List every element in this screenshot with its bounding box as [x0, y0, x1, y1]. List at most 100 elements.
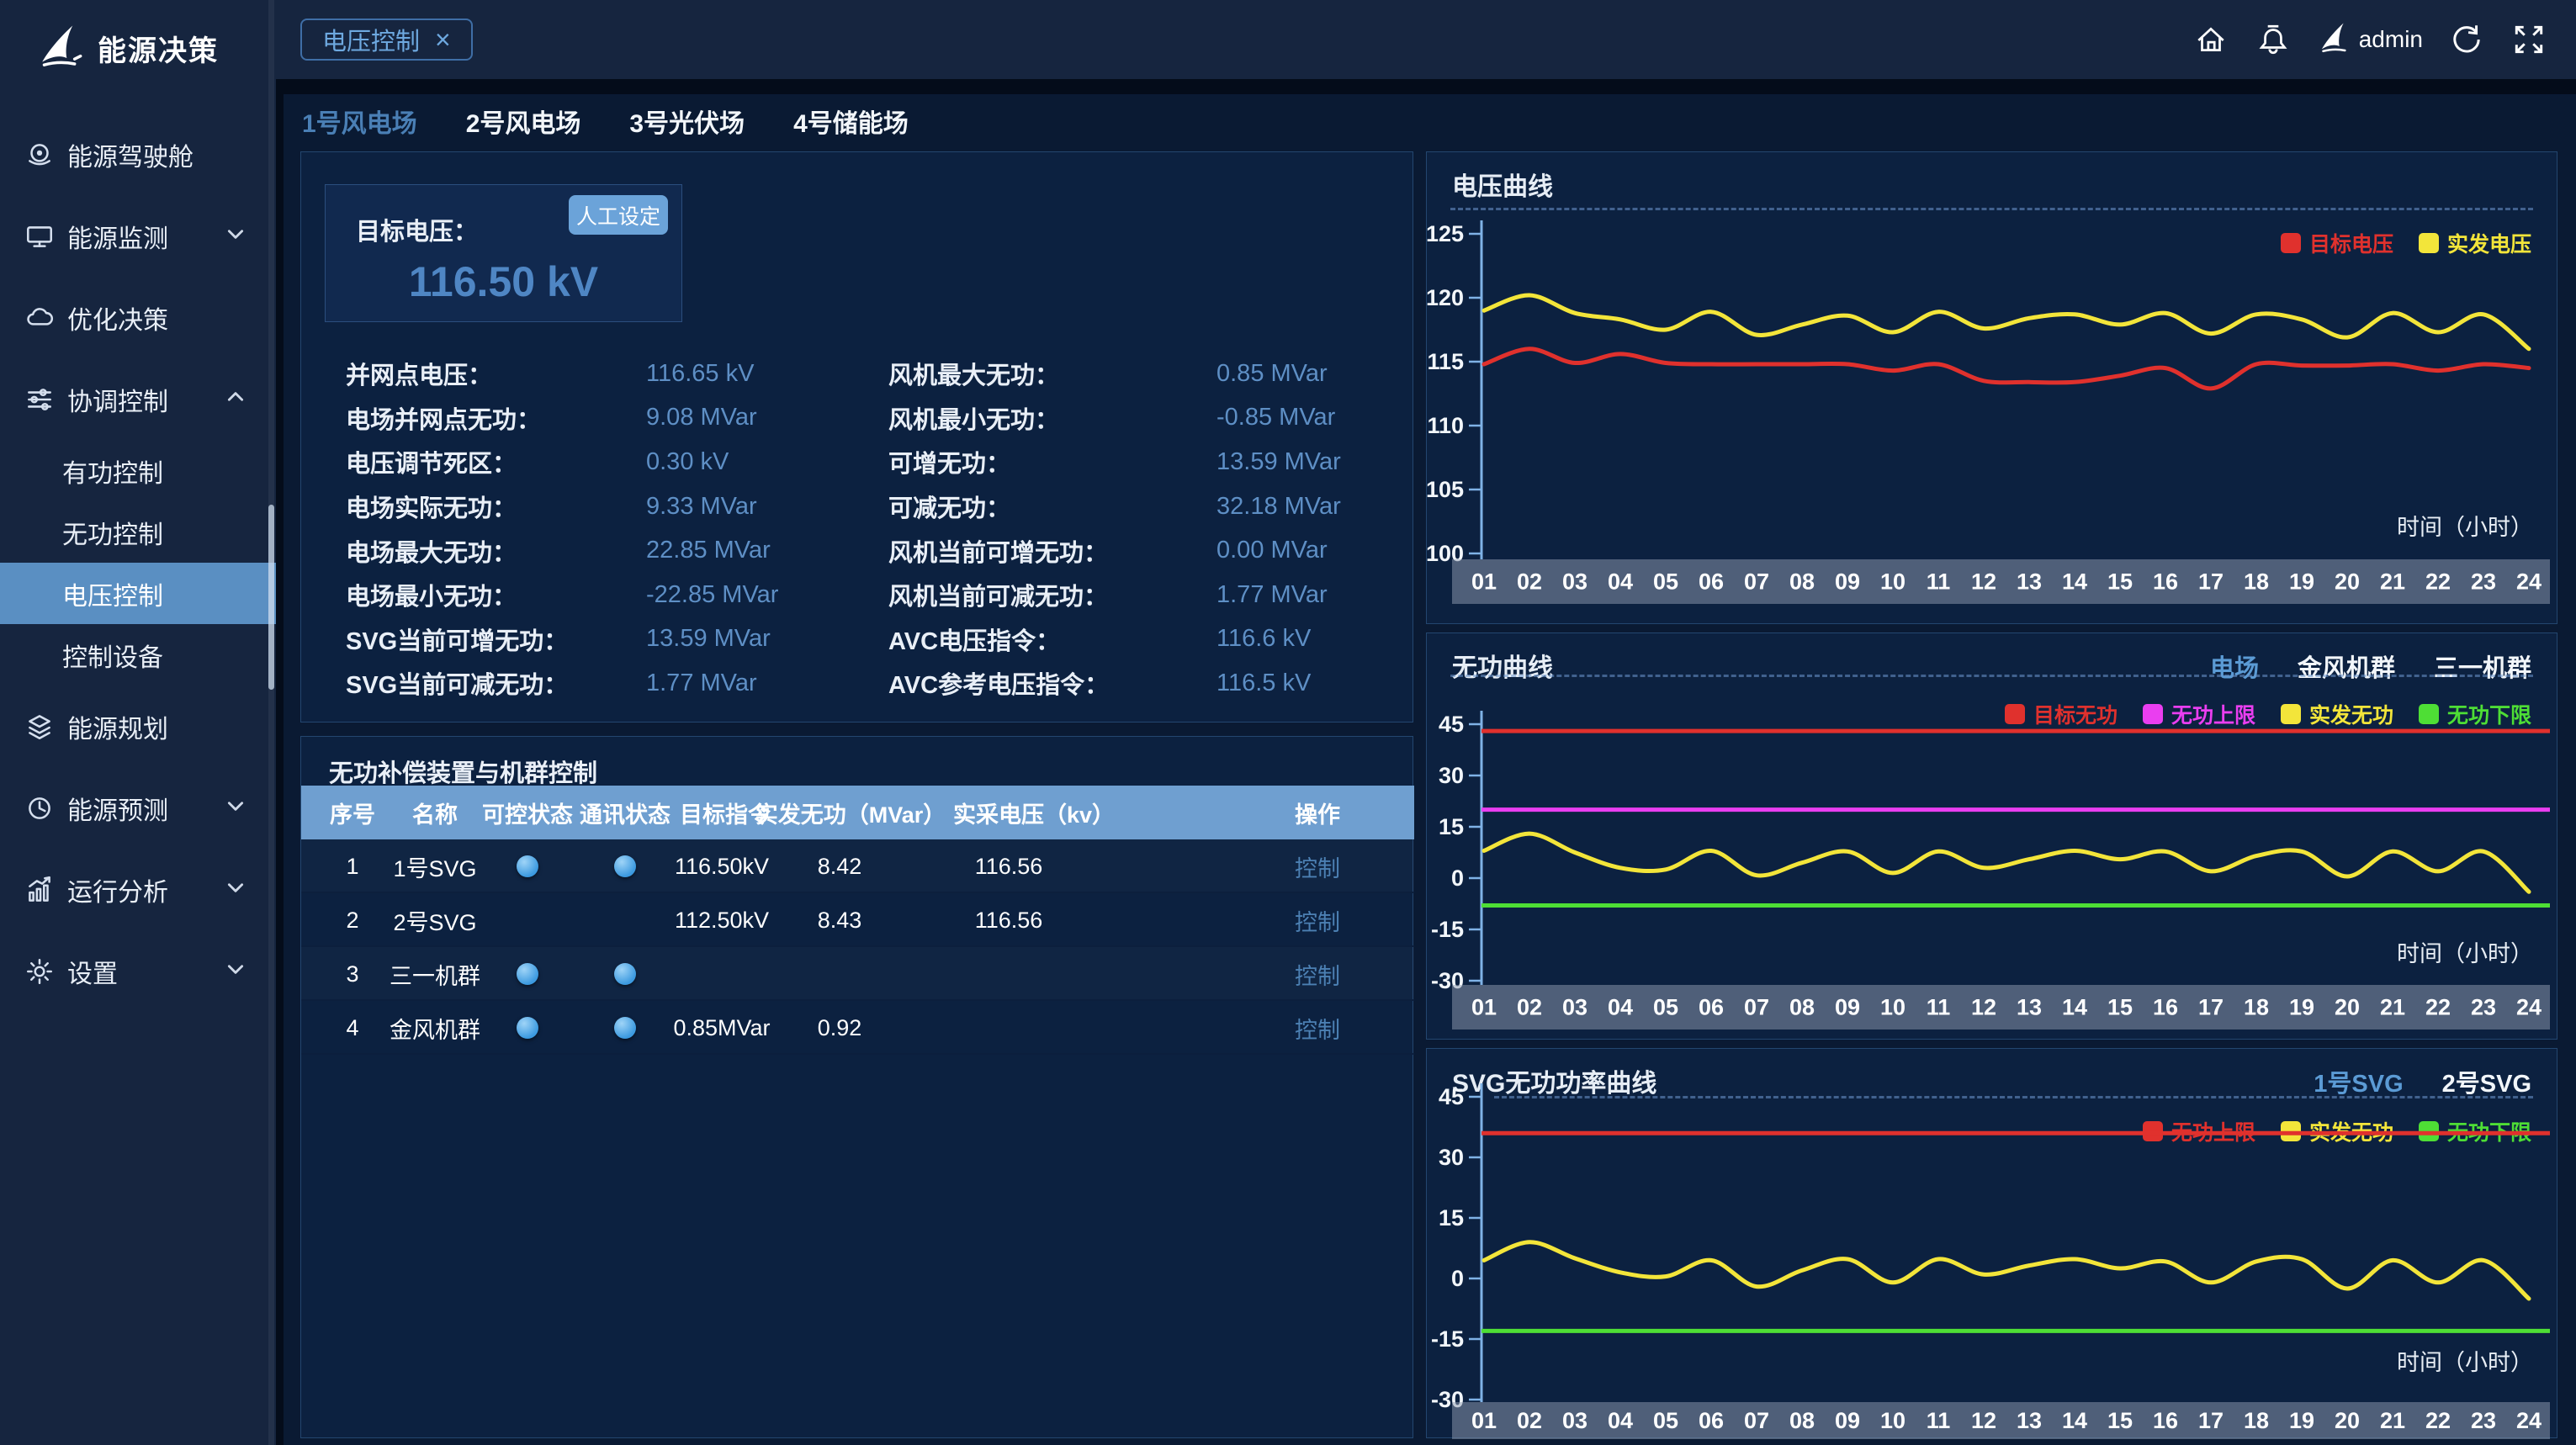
cell-action: 控制: [1295, 839, 1340, 893]
svg-text:16: 16: [2153, 569, 2178, 595]
svg-text:-15: -15: [1431, 917, 1464, 942]
sidebar-scrollbar-thumb[interactable]: [268, 505, 274, 690]
sidebar-menu: 能源驾驶舱能源监测优化决策协调控制有功控制无功控制电压控制控制设备能源规划能源预…: [0, 97, 276, 1012]
table-header-cell: 通讯状态: [580, 786, 671, 839]
cell-actual-q: 0.92: [818, 1001, 862, 1055]
sail-logo-icon: [34, 23, 84, 74]
sidebar-item-settings[interactable]: 设置: [0, 930, 276, 1012]
field-label: 电场并网点无功：: [346, 400, 646, 436]
svg-text:12: 12: [1971, 569, 1996, 595]
field-label: 风机当前可减无功：: [888, 577, 1216, 612]
svg-text:11: 11: [1927, 995, 1951, 1020]
chevron-down-icon: [225, 796, 246, 820]
table-header-cell: 实采电压（kv）: [953, 786, 1115, 839]
row-control-button[interactable]: 控制: [1295, 850, 1340, 883]
status-dot-icon: [614, 855, 636, 877]
svg-text:11: 11: [1927, 569, 1951, 595]
data-field: AVC电压指令：116.6 kV: [888, 617, 1402, 662]
controllable-status-dot: [517, 1001, 538, 1055]
farm-tab-1[interactable]: 1号风电场: [302, 103, 417, 140]
svg-text:08: 08: [1789, 1408, 1815, 1433]
svg-text:15: 15: [2107, 569, 2133, 595]
refresh-icon[interactable]: [2448, 21, 2485, 58]
farm-tabs: 1号风电场 2号风电场 3号光伏场 4号储能场: [302, 103, 909, 140]
table-row: 3三一机群控制: [301, 947, 1414, 1001]
row-control-button[interactable]: 控制: [1295, 904, 1340, 937]
sidebar-scrollbar-track[interactable]: [268, 0, 274, 1445]
svg-text:06: 06: [1699, 569, 1724, 595]
sidebar-item-dashboard[interactable]: 能源驾驶舱: [0, 114, 276, 195]
fullscreen-icon[interactable]: [2510, 21, 2547, 58]
data-field: 电压调节死区：0.30 kV: [346, 440, 884, 484]
field-label: 可增无功：: [888, 444, 1216, 479]
farm-tab-3[interactable]: 3号光伏场: [629, 103, 745, 140]
svg-text:13: 13: [2017, 995, 2042, 1020]
sidebar-item-label: 无功控制: [62, 514, 163, 551]
sidebar-item-forecast[interactable]: 能源预测: [0, 767, 276, 849]
svg-text:时间（小时）: 时间（小时）: [2397, 515, 2533, 540]
svg-text:20: 20: [2335, 569, 2360, 595]
open-page-tab[interactable]: 电压控制 ×: [300, 19, 473, 61]
voltage-curve-panel: 电压曲线目标电压实发电压1251201151101051000102030405…: [1426, 151, 2557, 624]
home-icon[interactable]: [2192, 21, 2229, 58]
sidebar-item-voltage-control[interactable]: 电压控制: [0, 563, 276, 624]
svg-text:12: 12: [1971, 1408, 1996, 1433]
svg-text:115: 115: [1427, 349, 1464, 374]
svg-text:07: 07: [1744, 569, 1769, 595]
svg-reactive-curve-panel: SVG无功功率曲线1号SVG2号SVG无功上限实发无功无功下限4530150-1…: [1426, 1048, 2557, 1438]
farm-tab-2[interactable]: 2号风电场: [466, 103, 581, 140]
field-value: 0.30 kV: [646, 448, 729, 476]
chart-plot: 1251201151101051000102030405060708091011…: [1427, 152, 2557, 625]
target-voltage-label: 目标电压：: [356, 212, 478, 247]
svg-text:11: 11: [1927, 1408, 1951, 1433]
field-label: 风机最大无功：: [888, 356, 1216, 391]
sidebar-item-monitor[interactable]: 能源监测: [0, 195, 276, 277]
sidebar: 能源决策 能源驾驶舱能源监测优化决策协调控制有功控制无功控制电压控制控制设备能源…: [0, 0, 276, 1445]
chevron-down-icon: [225, 959, 246, 983]
farm-tab-4[interactable]: 4号储能场: [793, 103, 909, 140]
svg-text:01: 01: [1471, 995, 1497, 1020]
svg-text:07: 07: [1744, 1408, 1769, 1433]
svg-text:30: 30: [1439, 1145, 1464, 1170]
data-field: 风机当前可减无功：1.77 MVar: [888, 573, 1402, 617]
data-field: 电场实际无功：9.33 MVar: [346, 484, 884, 529]
table-header-cell: 操作: [1295, 786, 1340, 839]
sidebar-item-planning[interactable]: 能源规划: [0, 685, 276, 767]
cell-name: 1号SVG: [393, 839, 476, 893]
row-control-button[interactable]: 控制: [1295, 1012, 1340, 1045]
sidebar-item-coordinate[interactable]: 协调控制: [0, 358, 276, 440]
sidebar-item-active-power[interactable]: 有功控制: [0, 440, 276, 501]
sidebar-item-analysis[interactable]: 运行分析: [0, 849, 276, 930]
compensation-table-panel: 无功补偿装置与机群控制 序号名称可控状态通讯状态目标指令实发无功（MVar）实采…: [300, 736, 1413, 1438]
layers-icon: [24, 711, 61, 743]
topbar-actions: admin: [2192, 21, 2576, 59]
sidebar-item-control-device[interactable]: 控制设备: [0, 624, 276, 685]
sidebar-item-reactive-power[interactable]: 无功控制: [0, 501, 276, 563]
cell-seq: 1: [346, 839, 358, 893]
close-icon[interactable]: ×: [435, 24, 451, 56]
table-row: 4金风机群0.85MVar0.92控制: [301, 1001, 1414, 1055]
status-dot-icon: [517, 1017, 538, 1039]
manual-set-button[interactable]: 人工设定: [569, 195, 668, 235]
table-title: 无功补偿装置与机群控制: [329, 754, 597, 789]
sidebar-item-label: 能源驾驶舱: [67, 136, 193, 173]
svg-text:24: 24: [2516, 569, 2542, 595]
field-label: AVC电压指令：: [888, 622, 1216, 657]
svg-text:05: 05: [1653, 1408, 1678, 1433]
sidebar-item-label: 能源规划: [67, 708, 168, 745]
voltage-data-panel: 目标电压： 人工设定 116.50 kV 并网点电压：116.65 kV电场并网…: [300, 151, 1413, 722]
row-control-button[interactable]: 控制: [1295, 958, 1340, 991]
svg-text:24: 24: [2516, 1408, 2542, 1433]
chevron-up-icon: [225, 387, 246, 411]
cell-target: 116.50kV: [675, 839, 769, 893]
data-field: 电场并网点无功：9.08 MVar: [346, 396, 884, 441]
field-label: SVG当前可增无功：: [346, 622, 646, 657]
sidebar-item-optimize[interactable]: 优化决策: [0, 277, 276, 358]
data-field: AVC参考电压指令：116.5 kV: [888, 661, 1402, 706]
cell-target: 0.85MVar: [673, 1001, 770, 1055]
sidebar-item-label: 优化决策: [67, 299, 168, 336]
user-menu[interactable]: admin: [2317, 21, 2423, 59]
bell-icon[interactable]: [2255, 21, 2292, 58]
svg-text:时间（小时）: 时间（小时）: [2397, 941, 2533, 966]
field-label: 电场实际无功：: [346, 489, 646, 524]
